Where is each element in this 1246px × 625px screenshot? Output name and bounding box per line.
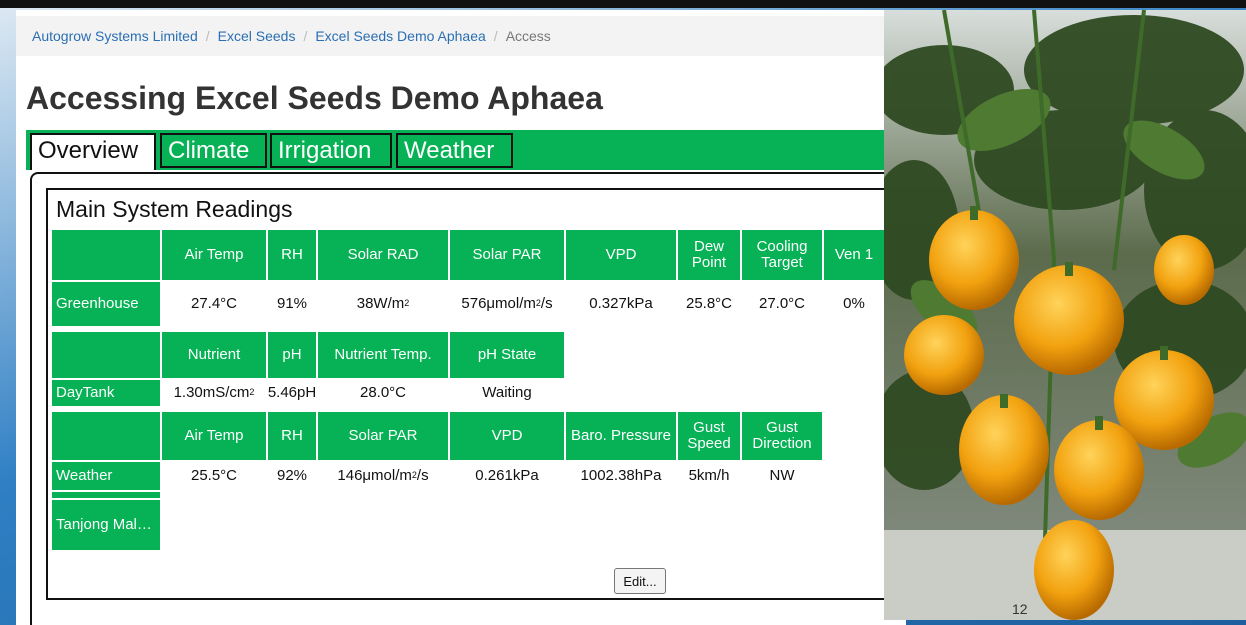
weather-header-corner (52, 412, 160, 460)
pepper-plant-illustration: 12 (884, 10, 1246, 620)
breadcrumb-link-site[interactable]: Excel Seeds Demo Aphaea (315, 28, 485, 44)
greenhouse-header-cooling-target: Cooling Target (742, 230, 822, 280)
weather-header-gust-speed: Gust Speed (678, 412, 740, 460)
daytank-nutrient-value: 1.30mS/cm 2 (162, 380, 266, 406)
greenhouse-rh-value: 91% (276, 294, 308, 312)
daytank-nutrient-temp-value: 28.0°C (359, 383, 407, 401)
daytank-header-ph: pH (268, 332, 316, 378)
greenhouse-row-label: Greenhouse (52, 282, 160, 326)
daytank-ph-state-value: Waiting (482, 383, 532, 401)
weather-gust-speed-value: 5km/h (688, 466, 730, 484)
weather-header-rh: RH (268, 412, 316, 460)
greenhouse-vent-1-value: 0% (843, 294, 865, 312)
per-second-unit: /s (540, 294, 553, 312)
greenhouse-header-air-temp: Air Temp (162, 230, 266, 280)
weather-header-vpd: VPD (450, 412, 564, 460)
tab-bar: Overview Climate Irrigation Weather (26, 130, 906, 170)
breadcrumb-link-org[interactable]: Autogrow Systems Limited (32, 28, 198, 44)
weather-header-solar-par: Solar PAR (318, 412, 448, 460)
main-system-readings-card: Main System Readings Air Temp RH Solar R… (46, 188, 906, 600)
weather-header-air-temp: Air Temp (162, 412, 266, 460)
weather-solar-par-number: 146μmol/m (337, 466, 412, 484)
breadcrumb-separator: / (493, 28, 498, 44)
greenhouse-header-corner (52, 230, 160, 280)
greenhouse-solar-par-value: 576μmol/m 2/s (450, 282, 564, 326)
top-edge-bar (0, 0, 1246, 8)
daytank-ph-value: 5.46pH (267, 383, 317, 401)
per-second-unit: /s (416, 466, 429, 484)
squared-superscript: 2 (404, 298, 410, 309)
greenhouse-solar-rad-value: 38W/m 2 (318, 282, 448, 326)
tanjong-row-label: Tanjong Mal… (52, 500, 160, 550)
greenhouse-header-solar-rad: Solar RAD (318, 230, 448, 280)
weather-header-gust-direction: Gust Direction (742, 412, 822, 460)
daytank-nutrient-number: 1.30mS/cm (173, 383, 250, 401)
weather-vpd-value: 0.261kPa (475, 466, 539, 484)
weather-header-baro-pressure: Baro. Pressure (566, 412, 676, 460)
greenhouse-air-temp-value: 27.4°C (190, 294, 238, 312)
greenhouse-header-rh: RH (268, 230, 316, 280)
daytank-header-nutrient-temp: Nutrient Temp. (318, 332, 448, 378)
weather-air-temp-value: 25.5°C (190, 466, 238, 484)
app-window: Autogrow Systems Limited / Excel Seeds / Exc… (16, 10, 906, 625)
tab-weather[interactable]: Weather (396, 133, 513, 168)
greenhouse-header-vpd: VPD (566, 230, 676, 280)
pepper-plant-photo: 12 (884, 10, 1246, 620)
weather-baro-pressure-value: 1002.38hPa (580, 466, 662, 484)
greenhouse-solar-par-number: 576μmol/m (461, 294, 536, 312)
breadcrumb-current: Access (505, 28, 551, 44)
page-title: Accessing Excel Seeds Demo Aphaea (26, 80, 603, 116)
card-title: Main System Readings (56, 196, 293, 222)
breadcrumb-separator: / (205, 28, 210, 44)
tab-irrigation[interactable]: Irrigation (270, 133, 392, 168)
greenhouse-vpd-value: 0.327kPa (589, 294, 653, 312)
greenhouse-header-vent-1: Ven 1 (824, 230, 884, 280)
overview-panel: Main System Readings Air Temp RH Solar R… (30, 172, 906, 625)
weather-rh-value: 92% (276, 466, 308, 484)
row-separator (52, 492, 160, 498)
weather-gust-direction-value: NW (769, 466, 795, 484)
greenhouse-solar-rad-number: 38W/m (356, 294, 405, 312)
daytank-row-label: DayTank (52, 380, 160, 406)
breadcrumb-separator: / (303, 28, 308, 44)
greenhouse-cooling-target-value: 27.0°C (758, 294, 806, 312)
plant-tag-label: 12 (1012, 601, 1028, 617)
tab-overview[interactable]: Overview (30, 133, 156, 170)
tab-climate[interactable]: Climate (160, 133, 267, 168)
breadcrumb-link-client[interactable]: Excel Seeds (218, 28, 296, 44)
weather-row-label: Weather (52, 462, 160, 490)
greenhouse-header-solar-par: Solar PAR (450, 230, 564, 280)
daytank-header-corner (52, 332, 160, 378)
daytank-header-nutrient: Nutrient (162, 332, 266, 378)
greenhouse-dew-point-value: 25.8°C (685, 294, 733, 312)
greenhouse-header-dew-point: Dew Point (678, 230, 740, 280)
edit-button[interactable]: Edit... (614, 568, 666, 594)
breadcrumb: Autogrow Systems Limited / Excel Seeds / Exc… (16, 16, 906, 56)
weather-solar-par-value: 146μmol/m 2/s (318, 462, 448, 490)
squared-superscript: 2 (249, 387, 255, 398)
daytank-header-ph-state: pH State (450, 332, 564, 378)
